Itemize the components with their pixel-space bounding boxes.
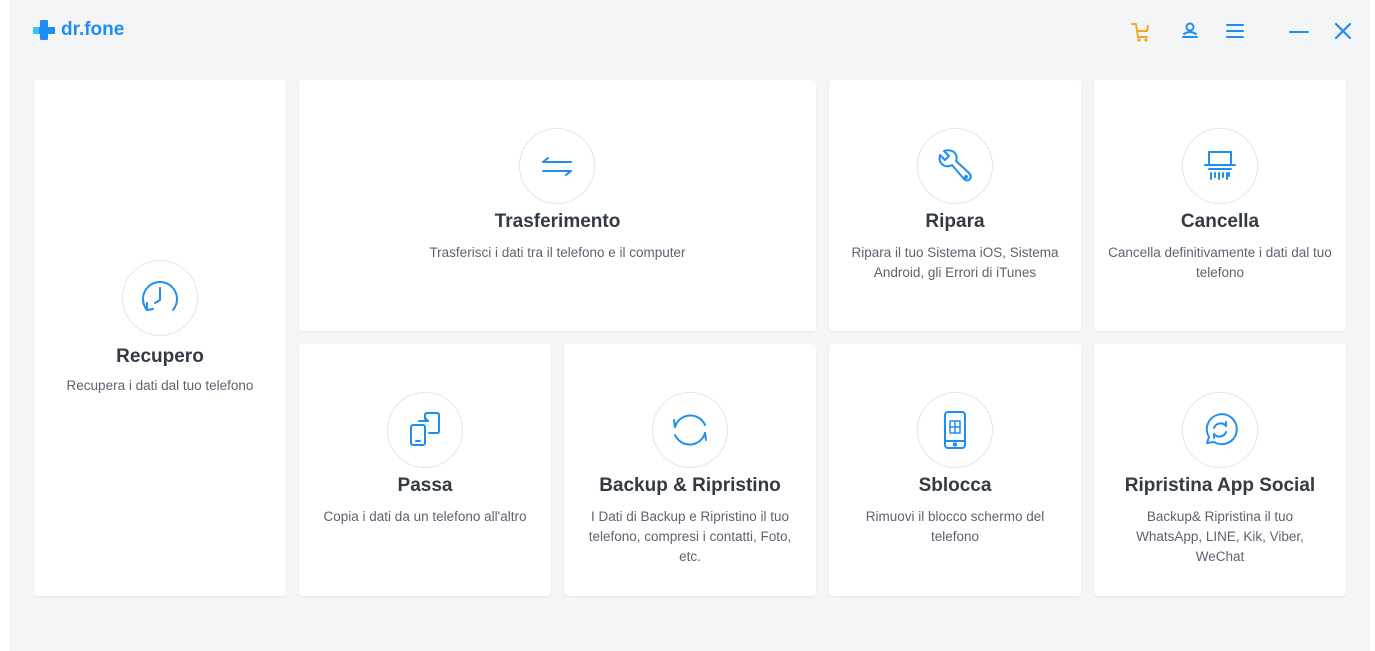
user-icon[interactable] xyxy=(1177,18,1203,44)
minimize-icon[interactable] xyxy=(1286,18,1312,44)
cart-icon[interactable] xyxy=(1128,18,1154,44)
card-title: Passa xyxy=(397,475,453,496)
wrench-icon xyxy=(917,128,993,204)
card-sblocca[interactable]: Sblocca Rimuovi il blocco schermo del te… xyxy=(829,344,1081,596)
card-title: Ripara xyxy=(925,211,985,232)
card-recupero[interactable]: Recupero Recupera i dati dal tuo telefon… xyxy=(34,80,286,596)
phone-unlock-icon xyxy=(917,392,993,468)
card-description: Copia i dati da un telefono all'altro xyxy=(323,509,527,524)
drfone-logo-icon xyxy=(32,18,56,42)
title-bar: dr.fone xyxy=(10,0,1370,70)
clock-restore-icon xyxy=(122,260,198,336)
card-title: Recupero xyxy=(116,346,204,367)
card-title: Ripristina App Social xyxy=(1124,475,1316,496)
app-logo: dr.fone xyxy=(32,18,124,42)
close-icon[interactable] xyxy=(1330,18,1356,44)
phone-switch-icon xyxy=(387,392,463,468)
card-passa[interactable]: Passa Copia i dati da un telefono all'al… xyxy=(299,344,551,596)
card-description: Rimuovi il blocco schermo del telefono xyxy=(865,509,1045,544)
card-description: Recupera i dati dal tuo telefono xyxy=(66,378,254,393)
card-title: Backup & Ripristino xyxy=(599,475,781,496)
app-window: dr.fone Recupero Recupera i dati dal tuo… xyxy=(10,0,1370,651)
sync-icon xyxy=(652,392,728,468)
card-description: Trasferisci i dati tra il telefono e il … xyxy=(429,245,686,260)
card-backup[interactable]: Backup & Ripristino I Dati di Backup e R… xyxy=(564,344,816,596)
card-title: Sblocca xyxy=(918,475,992,496)
card-trasferimento[interactable]: Trasferimento Trasferisci i dati tra il … xyxy=(299,80,816,331)
transfer-arrows-icon xyxy=(519,128,595,204)
card-title: Cancella xyxy=(1180,211,1260,232)
card-description: Ripara il tuo Sistema iOS, Sistema Andro… xyxy=(851,245,1059,280)
card-description: I Dati di Backup e Ripristino il tuo tel… xyxy=(588,509,792,564)
card-cancella[interactable]: Cancella Cancella definitivamente i dati… xyxy=(1094,80,1346,331)
shredder-icon xyxy=(1182,128,1258,204)
card-title: Trasferimento xyxy=(494,211,621,232)
card-social[interactable]: Ripristina App Social Backup& Ripristina… xyxy=(1094,344,1346,596)
menu-icon[interactable] xyxy=(1222,18,1248,44)
card-ripara[interactable]: Ripara Ripara il tuo Sistema iOS, Sistem… xyxy=(829,80,1081,331)
card-description: Cancella definitivamente i dati dal tuo … xyxy=(1108,245,1332,280)
card-description: Backup& Ripristina il tuo WhatsApp, LINE… xyxy=(1136,509,1304,564)
chat-restore-icon xyxy=(1182,392,1258,468)
app-name: dr.fone xyxy=(61,19,125,40)
